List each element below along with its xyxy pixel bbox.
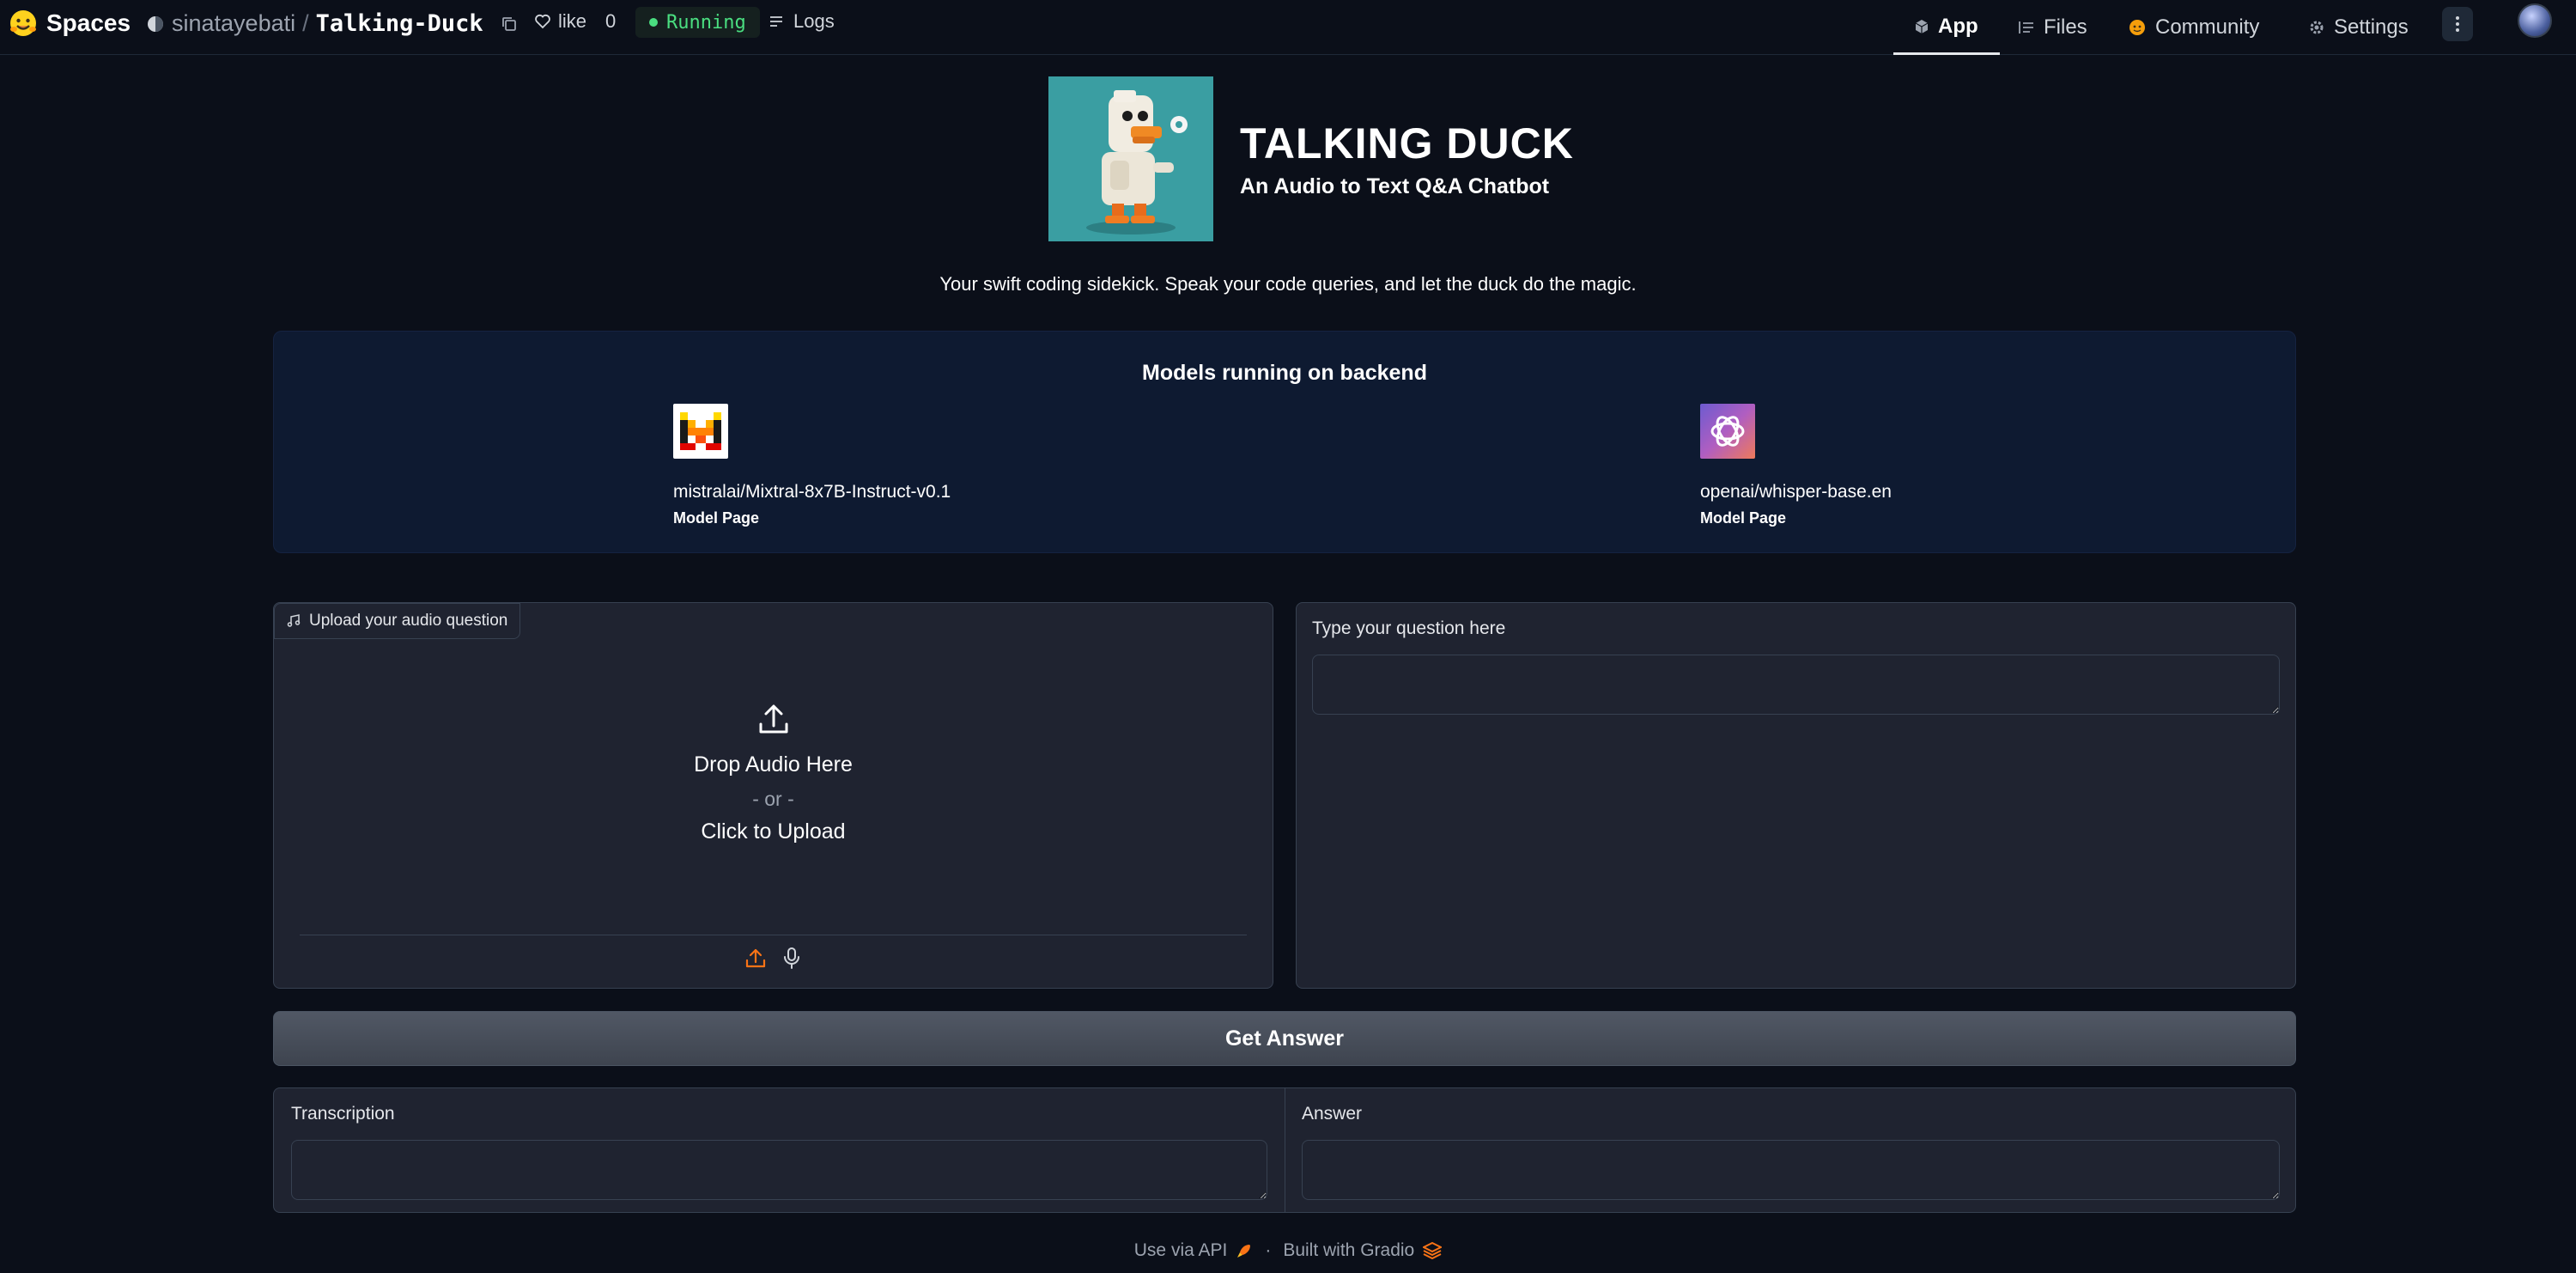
- talking-duck-image: [1048, 76, 1213, 241]
- more-options-button[interactable]: [2442, 7, 2473, 41]
- spaces-label: Spaces: [46, 9, 131, 36]
- answer-label: Answer: [1302, 1104, 1363, 1124]
- music-note-icon: [287, 614, 301, 627]
- status-label: Running: [666, 11, 746, 34]
- audio-drop-zone[interactable]: Drop Audio Here - or - Click to Upload: [274, 702, 1273, 844]
- get-answer-button[interactable]: Get Answer: [273, 1011, 2296, 1066]
- question-panel: Type your question here: [1296, 602, 2296, 989]
- spaces-home-link[interactable]: Spaces: [9, 9, 131, 38]
- rocket-icon: [1237, 1245, 1251, 1258]
- more-vertical-icon: [2456, 16, 2459, 32]
- drop-audio-text: Drop Audio Here: [694, 752, 853, 777]
- copy-icon[interactable]: [501, 15, 518, 33]
- audio-upload-label-text: Upload your audio question: [309, 612, 508, 630]
- model-card-mixtral: mistralai/Mixtral-8x7B-Instruct-v0.1 Mod…: [673, 404, 951, 527]
- built-with-gradio-label: Built with Gradio: [1283, 1240, 1415, 1260]
- model-page-link[interactable]: Model Page: [673, 509, 951, 527]
- use-via-api-label: Use via API: [1133, 1240, 1228, 1260]
- repo-breadcrumb: sinatayebati / Talking-Duck: [146, 10, 518, 37]
- repo-separator: /: [302, 10, 309, 36]
- model-name: openai/whisper-base.en: [1700, 482, 1892, 502]
- model-name: mistralai/Mixtral-8x7B-Instruct-v0.1: [673, 482, 951, 502]
- footer: Use via API · Built with Gradio: [0, 1240, 2576, 1261]
- cube-icon: [1915, 19, 1929, 34]
- page-subtitle: An Audio to Text Q&A Chatbot: [1240, 174, 1550, 198]
- logs-button[interactable]: Logs: [768, 10, 835, 33]
- status-badge[interactable]: Running: [635, 7, 760, 38]
- logs-label: Logs: [793, 10, 835, 32]
- repo-name-link[interactable]: Talking-Duck: [316, 10, 483, 37]
- tab-app[interactable]: App: [1893, 0, 2000, 55]
- built-with-gradio-link[interactable]: Built with Gradio: [1283, 1240, 1443, 1261]
- top-bar: Spaces sinatayebati / Talking-Duck like …: [0, 0, 2576, 55]
- tab-community-label: Community: [2155, 15, 2260, 39]
- tab-app-label: App: [1938, 14, 1978, 38]
- tab-files-label: Files: [2044, 15, 2087, 39]
- question-label: Type your question here: [1312, 618, 1506, 638]
- outputs-panel: Transcription Answer: [273, 1087, 2296, 1213]
- heart-icon: [535, 14, 550, 29]
- audio-upload-label: Upload your audio question: [274, 603, 521, 639]
- mistral-logo-icon: [673, 404, 728, 459]
- tab-files[interactable]: Files: [2018, 0, 2087, 55]
- model-card-whisper: openai/whisper-base.en Model Page: [1700, 404, 1892, 527]
- audio-upload-panel[interactable]: Upload your audio question Drop Audio He…: [273, 602, 1273, 989]
- upload-icon: [759, 704, 787, 734]
- footer-separator: ·: [1265, 1240, 1272, 1260]
- user-avatar[interactable]: [2518, 3, 2552, 38]
- duck-illustration: [1048, 76, 1213, 241]
- like-label: like: [558, 10, 587, 32]
- model-page-link[interactable]: Model Page: [1700, 509, 1892, 527]
- files-icon: [2019, 21, 2033, 34]
- page-tagline: Your swift coding sidekick. Speak your c…: [939, 273, 1637, 295]
- audio-source-selector: [274, 947, 1273, 969]
- question-input[interactable]: [1312, 655, 2280, 715]
- tab-settings-label: Settings: [2334, 15, 2409, 39]
- drop-or-text: - or -: [752, 788, 794, 810]
- status-dot-icon: [649, 18, 658, 27]
- transcription-output[interactable]: [291, 1140, 1267, 1200]
- gear-icon: [2310, 21, 2324, 34]
- transcription-label: Transcription: [291, 1104, 395, 1124]
- openai-logo-icon: [1700, 404, 1755, 459]
- upload-source-icon[interactable]: [744, 947, 767, 969]
- tab-settings[interactable]: Settings: [2308, 0, 2409, 55]
- user-avatar-icon: [148, 15, 163, 32]
- tab-community[interactable]: Community: [2128, 0, 2259, 55]
- hugging-face-logo-icon: [10, 10, 36, 36]
- logs-icon: [770, 16, 782, 27]
- models-panel-title: Models running on backend: [1142, 361, 1427, 385]
- page-title: TALKING DUCK: [1240, 119, 1574, 168]
- like-count: 0: [605, 10, 617, 32]
- repo-owner-link[interactable]: sinatayebati: [172, 10, 295, 37]
- gradio-logo-icon: [1423, 1242, 1443, 1259]
- models-panel: Models running on backend mistralai/Mixt…: [273, 331, 2296, 553]
- use-via-api-link[interactable]: Use via API: [1134, 1240, 1254, 1261]
- click-to-upload-text: Click to Upload: [701, 819, 846, 844]
- answer-output[interactable]: [1302, 1140, 2280, 1200]
- microphone-icon[interactable]: [781, 947, 803, 969]
- community-icon: [2129, 20, 2145, 35]
- like-button[interactable]: like 0: [534, 10, 616, 33]
